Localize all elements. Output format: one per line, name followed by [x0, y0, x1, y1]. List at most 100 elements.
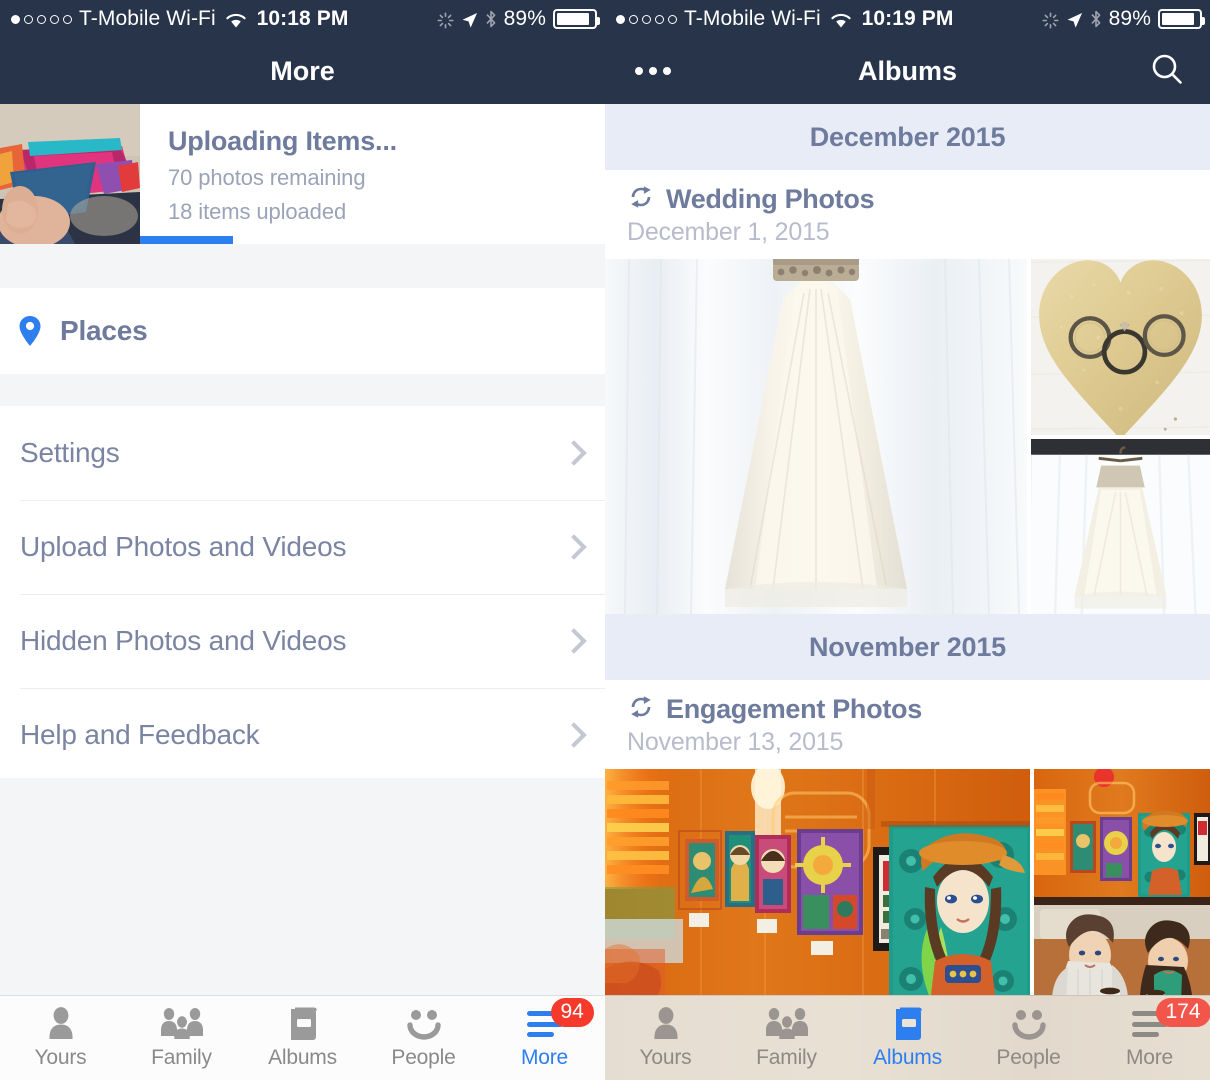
battery-percent-label: 89% [503, 7, 546, 30]
sidebar-item-places-label: Places [60, 315, 148, 346]
spinner-icon [1042, 11, 1059, 29]
search-button[interactable] [1150, 52, 1210, 91]
overflow-menu-button[interactable] [605, 67, 671, 75]
ellipsis-icon [635, 67, 671, 75]
month-header-november-label: November 2015 [808, 631, 1006, 662]
upload-remaining-label: 70 photos remaining [168, 165, 366, 190]
chevron-right-icon [561, 534, 587, 560]
tab-family-label: Family [756, 1046, 817, 1069]
photo-side-column-wedding [1031, 259, 1210, 614]
sidebar-item-places[interactable]: Places [0, 288, 605, 374]
person-icon [649, 1005, 683, 1043]
battery-percent-label: 89% [1108, 7, 1151, 30]
wifi-icon [830, 11, 852, 28]
search-icon [1150, 52, 1184, 91]
month-header-december-label: December 2015 [809, 121, 1006, 152]
photo-thumbnail-dress-hanging[interactable] [1031, 438, 1210, 614]
tab-more[interactable]: More 94 [484, 996, 605, 1070]
family-icon [763, 1005, 811, 1043]
album-header-wedding[interactable]: Wedding Photos December 1, 2015 [605, 170, 1210, 259]
status-left-group: T-Mobile Wi-Fi [0, 7, 247, 31]
chevron-right-icon [561, 722, 587, 748]
sidebar-item-hidden-photos[interactable]: Hidden Photos and Videos [0, 594, 605, 688]
bluetooth-icon [1090, 10, 1102, 28]
chevron-right-icon [561, 440, 587, 466]
row-divider [20, 500, 605, 501]
sidebar-item-help-feedback[interactable]: Help and Feedback [0, 688, 605, 782]
sync-icon [627, 694, 655, 725]
tab-more[interactable]: More 174 [1089, 996, 1210, 1070]
tab-albums-label: Albums [268, 1046, 337, 1069]
tab-more-badge: 174 [1155, 998, 1210, 1027]
location-arrow-icon [461, 11, 478, 28]
album-date-wedding: December 1, 2015 [627, 218, 830, 246]
tab-more-label: More [1125, 1046, 1174, 1069]
status-right-group: 89% [437, 7, 605, 31]
tab-people[interactable]: People [363, 996, 484, 1070]
albums-screen-panel: T-Mobile Wi-Fi 10:19 PM 89% Albums Decem… [605, 0, 1210, 1080]
spinner-icon [437, 11, 454, 29]
bluetooth-icon [485, 10, 497, 28]
carrier-label: T-Mobile Wi-Fi [79, 7, 216, 30]
upload-thumbnail [0, 104, 140, 244]
page-title: Albums [857, 55, 957, 86]
row-divider [20, 594, 605, 595]
sidebar-item-upload-photos[interactable]: Upload Photos and Videos [0, 500, 605, 594]
photo-grid-wedding [605, 259, 1210, 614]
smiley-icon [1008, 1005, 1050, 1043]
uploading-status-card[interactable]: Uploading Items... 70 photos remaining 1… [0, 104, 605, 244]
family-icon [158, 1005, 206, 1043]
tab-people[interactable]: People [968, 996, 1089, 1070]
tab-yours-label: Yours [639, 1046, 692, 1069]
tab-family[interactable]: Family [726, 996, 847, 1070]
sidebar-item-settings-label: Settings [20, 437, 120, 468]
row-divider [20, 688, 605, 689]
carrier-label: T-Mobile Wi-Fi [684, 7, 821, 30]
sidebar-item-upload-photos-label: Upload Photos and Videos [20, 531, 347, 562]
tab-more-label: More [520, 1046, 569, 1069]
signal-strength-dots [616, 14, 677, 24]
tab-yours[interactable]: Yours [605, 996, 726, 1070]
album-header-engagement[interactable]: Engagement Photos November 13, 2015 [605, 680, 1210, 769]
sidebar-item-hidden-photos-label: Hidden Photos and Videos [20, 625, 347, 656]
tab-albums[interactable]: Albums [242, 996, 363, 1070]
battery-icon [553, 9, 600, 29]
upload-title: Uploading Items... [168, 126, 397, 156]
signal-strength-dots [11, 14, 72, 24]
map-pin-icon [18, 315, 42, 347]
battery-icon [1158, 9, 1205, 29]
nav-bar-albums: Albums [605, 38, 1210, 104]
tab-people-label: People [996, 1046, 1061, 1069]
tab-family[interactable]: Family [121, 996, 242, 1070]
sidebar-item-settings[interactable]: Settings [0, 406, 605, 500]
sync-icon [627, 184, 655, 215]
upload-progress-fill [140, 236, 233, 244]
tab-people-label: People [391, 1046, 456, 1069]
album-date-engagement: November 13, 2015 [627, 728, 844, 756]
tab-family-label: Family [151, 1046, 212, 1069]
upload-progress-bar [140, 236, 605, 244]
tab-albums[interactable]: Albums [847, 996, 968, 1070]
photo-thumbnail-dress-closeup[interactable] [605, 259, 1027, 614]
month-header-december: December 2015 [605, 104, 1210, 170]
wifi-icon [225, 11, 247, 28]
sidebar-item-help-feedback-label: Help and Feedback [20, 719, 260, 750]
status-bar-right: T-Mobile Wi-Fi 10:19 PM 89% [605, 0, 1210, 38]
tab-more-badge: 94 [550, 998, 594, 1027]
album-title-row: Engagement Photos [627, 694, 1210, 725]
album-title-row: Wedding Photos [627, 184, 1210, 215]
more-screen-panel: T-Mobile Wi-Fi 10:18 PM 89% More Uploadi… [0, 0, 605, 1080]
photo-thumbnail-rings-heart[interactable] [1031, 259, 1210, 435]
book-icon [891, 1005, 925, 1043]
tab-albums-label: Albums [873, 1046, 942, 1069]
status-bar-left: T-Mobile Wi-Fi 10:18 PM 89% [0, 0, 605, 38]
status-right-group: 89% [1042, 7, 1210, 31]
nav-bar-more: More [0, 38, 605, 104]
tab-yours[interactable]: Yours [0, 996, 121, 1070]
tab-bar-right: Yours Family Albums People More 174 [605, 995, 1210, 1080]
upload-text-group: Uploading Items... 70 photos remaining 1… [140, 104, 605, 244]
chevron-right-icon [561, 628, 587, 654]
tab-yours-label: Yours [34, 1046, 87, 1069]
page-title: More [270, 55, 335, 86]
location-arrow-icon [1066, 11, 1083, 28]
